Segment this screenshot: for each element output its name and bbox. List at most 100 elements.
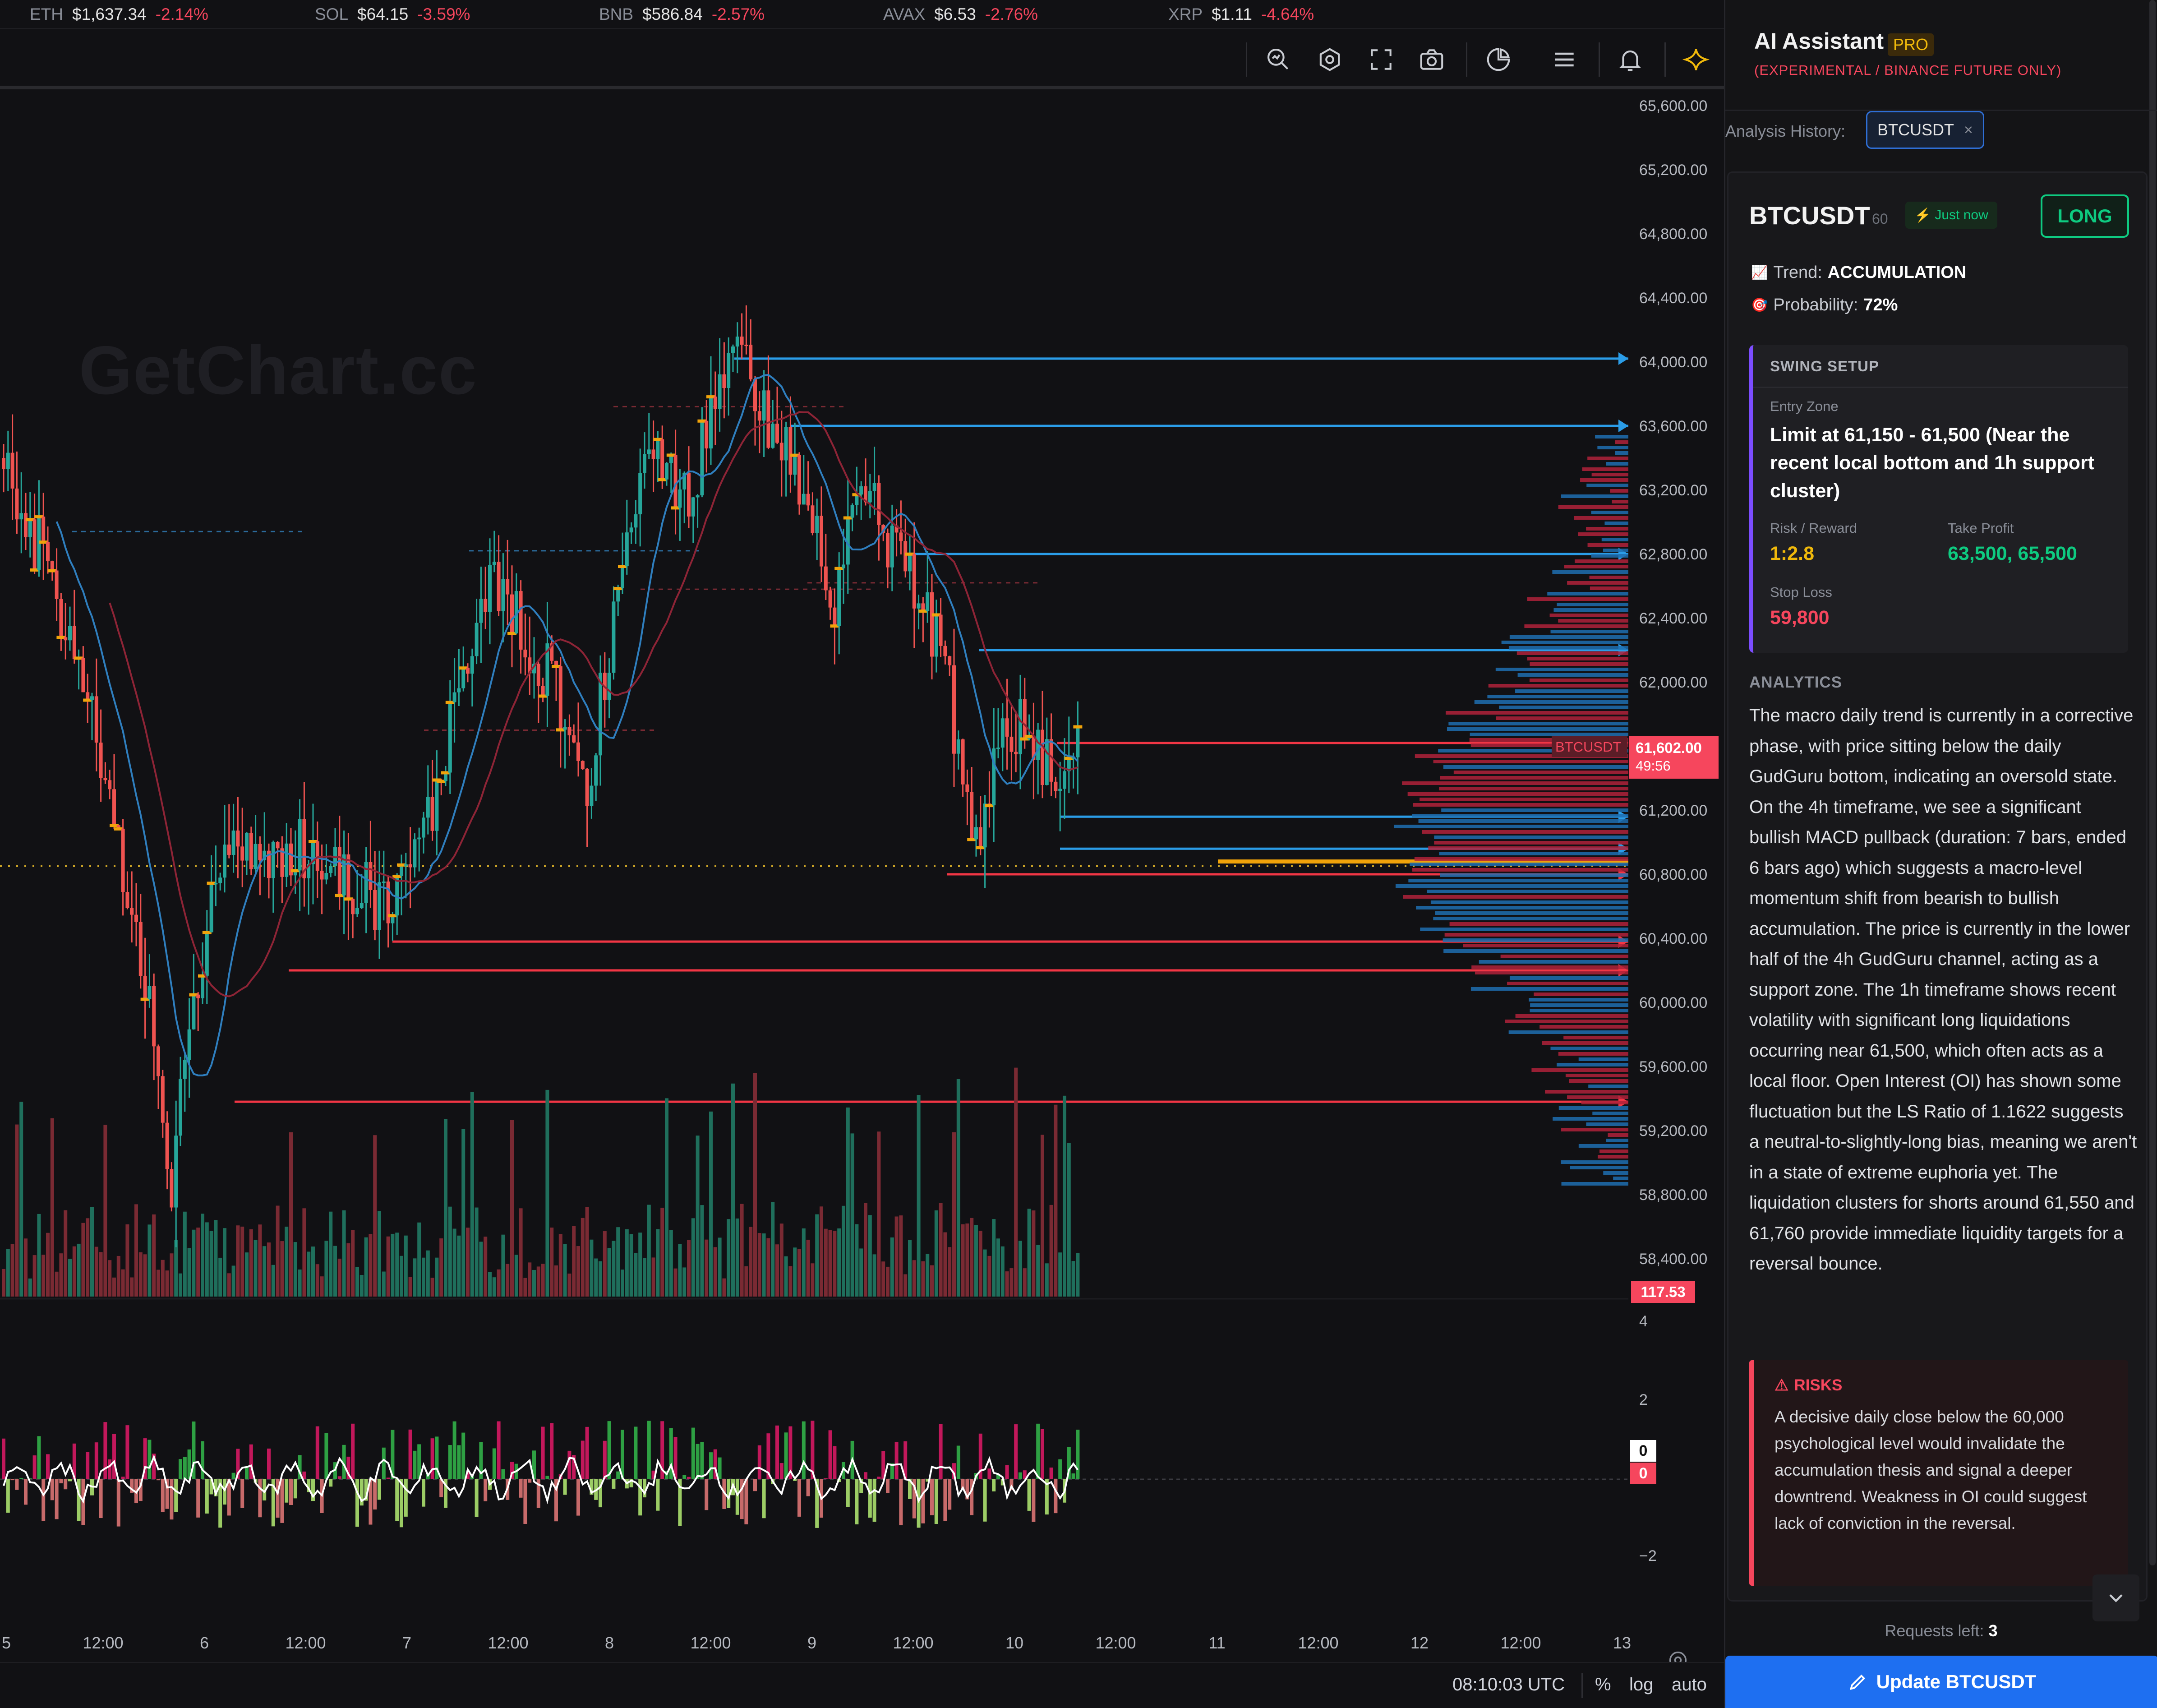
volume-bar xyxy=(37,1214,41,1297)
candle-body xyxy=(227,845,231,855)
candle-body xyxy=(404,864,408,866)
volume-bar xyxy=(757,1233,761,1297)
card-timeframe: 60 xyxy=(1872,211,1888,227)
volume-profile-bar xyxy=(1433,760,1628,763)
volume-bar xyxy=(307,1251,311,1297)
volume-profile-bar xyxy=(1453,771,1628,774)
volume-profile-bar xyxy=(1558,1106,1628,1110)
volume-bar xyxy=(355,1266,359,1297)
bell-icon[interactable] xyxy=(1614,43,1646,76)
update-button[interactable]: Update BTCUSDT xyxy=(1725,1656,2157,1708)
auto-scale-button[interactable]: auto xyxy=(1672,1675,1707,1695)
volume-profile-bar xyxy=(1488,684,1628,688)
requests-label: Requests left: xyxy=(1885,1621,1984,1640)
volume-bar xyxy=(1032,1210,1036,1297)
volume-bar xyxy=(457,1235,461,1297)
candle-body xyxy=(519,591,523,650)
volume-bar xyxy=(138,1252,143,1297)
sparkle-icon[interactable] xyxy=(1680,43,1712,76)
chart-area[interactable]: GetChart.cc 65,600.00 65,200.00 64,800.00 6… xyxy=(0,29,1724,1708)
time-axis-label: 6 xyxy=(200,1634,209,1652)
volume-bar xyxy=(484,1237,488,1297)
candle-body xyxy=(298,819,302,871)
chevron-down-icon[interactable] xyxy=(2092,1574,2139,1621)
time-badge-label: Just now xyxy=(1935,208,1988,222)
oscillator-bar xyxy=(567,1450,572,1479)
oscillator-bar xyxy=(2,1438,5,1479)
history-chip-btcusdt[interactable]: BTCUSDT × xyxy=(1866,111,1984,149)
oscillator-bar xyxy=(705,1479,709,1510)
settings-hex-icon[interactable] xyxy=(1314,43,1346,76)
bar-countdown: 49:56 xyxy=(1636,758,1671,774)
log-scale-button[interactable]: log xyxy=(1629,1675,1653,1695)
volume-profile-bar xyxy=(1422,830,1628,834)
close-icon[interactable]: × xyxy=(1964,121,1973,139)
oscillator-bar xyxy=(448,1445,452,1479)
volume-bar xyxy=(170,1253,174,1297)
volume-bar xyxy=(1027,1209,1031,1297)
ticker-item-bnb[interactable]: BNB $586.84 -2.57% xyxy=(599,0,765,29)
percent-scale-button[interactable]: % xyxy=(1595,1675,1611,1695)
candle-body xyxy=(948,656,952,665)
candle-body xyxy=(165,1122,169,1169)
oscillator-bar xyxy=(700,1442,704,1479)
volume-bar xyxy=(970,1218,974,1297)
oscillator-bar xyxy=(430,1438,434,1479)
oscillator-bar xyxy=(709,1452,713,1479)
fullscreen-icon[interactable] xyxy=(1365,43,1397,76)
candle-body xyxy=(81,658,85,692)
menu-icon[interactable] xyxy=(1548,43,1581,76)
ticker-item-xrp[interactable]: XRP $1.11 -4.64% xyxy=(1168,0,1314,29)
volume-bar xyxy=(846,1107,850,1297)
volume-bar xyxy=(28,1278,32,1297)
volume-profile-bar xyxy=(1539,1025,1628,1029)
oscillator-bar xyxy=(108,1459,112,1479)
candle-body xyxy=(24,513,28,537)
candle-body xyxy=(369,862,373,890)
volume-bar xyxy=(81,1223,85,1297)
oscillator-bar xyxy=(1027,1479,1031,1511)
oscillator-bar xyxy=(413,1450,417,1479)
price-chart[interactable]: 65,600.00 65,200.00 64,800.00 64,400.00 64,0… xyxy=(0,29,1724,1662)
ticker-item-avax[interactable]: AVAX $6.53 -2.76% xyxy=(883,0,1038,29)
oscillator-bar xyxy=(872,1479,876,1522)
target-icon: 🎯 xyxy=(1751,298,1768,313)
oscillator-bar xyxy=(1041,1429,1044,1479)
utc-clock[interactable]: 08:10:03 UTC xyxy=(1452,1675,1565,1695)
volume-bar xyxy=(864,1203,867,1297)
volume-bar xyxy=(603,1231,607,1297)
candle-body xyxy=(996,748,1000,749)
pie-chart-icon[interactable] xyxy=(1482,43,1515,76)
oscillator-bar xyxy=(1071,1473,1075,1479)
oscillator-bar xyxy=(833,1446,837,1479)
volume-profile-bar xyxy=(1524,624,1628,628)
ticker-item-sol[interactable]: SOL $64.15 -3.59% xyxy=(315,0,470,29)
volume-profile-bar xyxy=(1613,1177,1628,1180)
panel-scrollbar[interactable] xyxy=(2149,0,2156,1565)
volume-profile-bar xyxy=(1474,700,1628,704)
volume-bar xyxy=(687,1240,691,1297)
oscillator-bar xyxy=(50,1479,54,1500)
oscillator-bar xyxy=(337,1476,341,1479)
oscillator-bar xyxy=(603,1440,607,1479)
volume-bar xyxy=(201,1214,204,1297)
volume-bar xyxy=(647,1205,651,1297)
camera-icon[interactable] xyxy=(1415,43,1448,76)
oscillator-bar xyxy=(691,1427,695,1479)
candle-body xyxy=(183,1060,187,1079)
volume-bar xyxy=(488,1272,492,1297)
candle-body xyxy=(660,439,664,480)
volume-profile-bar xyxy=(1487,695,1628,698)
volume-bar xyxy=(94,1246,98,1297)
volume-bar xyxy=(174,1240,178,1297)
oscillator-bar xyxy=(492,1448,496,1479)
volume-profile-bar xyxy=(1542,1041,1628,1045)
ticker-item-eth[interactable]: ETH $1,637.34 -2.14% xyxy=(30,0,208,29)
volume-bar xyxy=(1076,1253,1080,1297)
bottom-bar-separator xyxy=(1581,1673,1583,1698)
candle-body xyxy=(696,495,700,498)
volume-bar xyxy=(395,1233,399,1297)
volume-profile-bar xyxy=(1515,689,1628,693)
search-analytics-icon[interactable] xyxy=(1262,43,1295,76)
volume-profile-bar xyxy=(1574,516,1628,520)
